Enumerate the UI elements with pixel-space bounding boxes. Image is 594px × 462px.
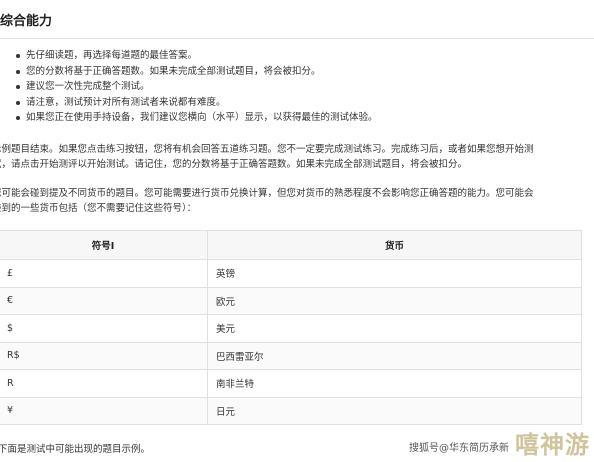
practice-paragraph-line: 示例题目结束。如果您点击练习按钮，您将有机会回答五道练习题。您不一定要完成测试练…: [0, 144, 534, 155]
instruction-item: 请注意，测试预计对所有测试者来说都有难度。: [12, 95, 378, 111]
currency-table: 符号I 货币 £ 英镑 € 欧元 $ 美元 R$ 巴西雷亚尔 R 南非兰特 ¥ …: [0, 230, 582, 425]
instruction-item: 如果您正在使用手持设备，我们建议您横向（水平）显示，以获得最佳的测试体验。: [12, 110, 378, 126]
currency-cell: 巴西雷亚尔: [207, 341, 582, 370]
table-row: R$ 巴西雷亚尔: [0, 341, 582, 370]
table-header-row: 符号I 货币: [0, 230, 582, 260]
table-row: £ 英镑: [0, 259, 582, 288]
section-title: 综合能力: [0, 14, 53, 29]
instruction-item: 建议您一次性完成整个测试。: [12, 79, 378, 95]
currency-paragraph-line: 碰到的一些货币包括（您不需要记住这些符号）：: [0, 203, 197, 214]
practice-paragraph-line: 试，请点击开始测评以开始测试。请记住，您的分数将基于正确答题数。如果未完成全部测…: [0, 159, 468, 170]
table-row: ¥ 日元: [0, 396, 582, 425]
column-header-currency: 货币: [207, 230, 582, 260]
currency-cell: 英镑: [207, 259, 582, 288]
currency-paragraph: 您可能会碰到提及不同货币的题目。您可能需要进行货币兑换计算，但您对货币的熟悉程度…: [0, 186, 592, 216]
table-row: € 欧元: [0, 286, 582, 315]
table-row: R 南非兰特: [0, 369, 582, 398]
currency-cell: 美元: [207, 314, 582, 343]
example-intro-text: 下面是测试中可能出现的题目示例。: [0, 444, 151, 455]
watermark-logo-text: 嘻神游: [515, 431, 590, 459]
instruction-list: 先仔细读题，再选择每道题的最佳答案。 您的分数将基于正确答题数。如果未完成全部测…: [12, 48, 378, 126]
practice-paragraph: 示例题目结束。如果您点击练习按钮，您将有机会回答五道练习题。您不一定要完成测试练…: [0, 142, 592, 172]
currency-paragraph-line: 您可能会碰到提及不同货币的题目。您可能需要进行货币兑换计算，但您对货币的熟悉程度…: [0, 188, 534, 199]
watermark-source-text: 搜狐号@华东简历承新: [409, 443, 509, 454]
symbol-cell: $: [0, 314, 208, 343]
symbol-cell: ¥: [0, 396, 208, 425]
currency-cell: 欧元: [207, 286, 582, 315]
instruction-item: 先仔细读题，再选择每道题的最佳答案。: [12, 48, 378, 64]
symbol-cell: R$: [0, 341, 208, 370]
table-row: $ 美元: [0, 314, 582, 343]
symbol-cell: €: [0, 286, 208, 315]
currency-cell: 南非兰特: [207, 369, 582, 398]
title-divider: [0, 38, 594, 39]
column-header-symbol: 符号I: [0, 230, 208, 260]
symbol-cell: £: [0, 259, 208, 288]
symbol-cell: R: [0, 369, 208, 398]
test-instructions-page: 综合能力 先仔细读题，再选择每道题的最佳答案。 您的分数将基于正确答题数。如果未…: [0, 0, 594, 462]
currency-cell: 日元: [207, 396, 582, 425]
instruction-item: 您的分数将基于正确答题数。如果未完成全部测试题目，将会被扣分。: [12, 64, 378, 80]
watermark: 搜狐号@华东简历承新 嘻神游: [409, 425, 590, 460]
